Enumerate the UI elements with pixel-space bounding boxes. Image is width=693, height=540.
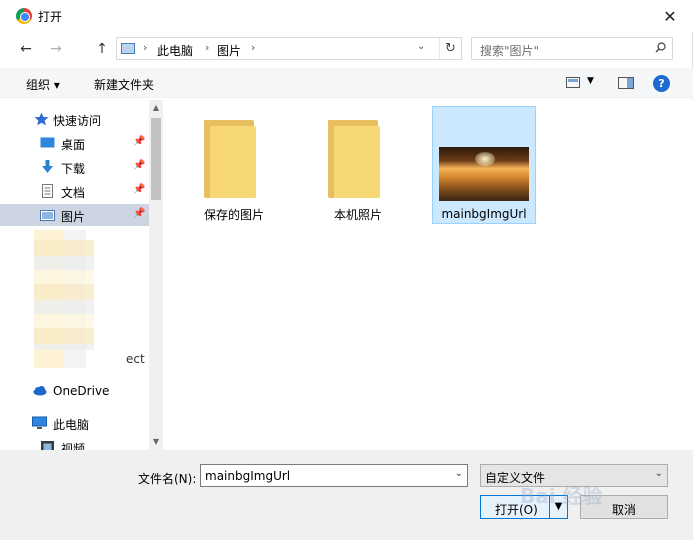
chrome-icon [16, 8, 32, 24]
blurred-region [34, 230, 149, 368]
breadcrumb-separator: › [251, 41, 256, 54]
cloud-icon [33, 386, 47, 396]
file-dialog-footer: 文件名(N): mainbgImgUrl ⌄ 自定义文件 ⌄ 打开(O) ▼ 取… [0, 450, 693, 540]
file-item-saved-pictures[interactable]: 保存的图片 [182, 106, 286, 224]
folder-icon [204, 120, 256, 198]
filename-label: 文件名(N): [138, 472, 197, 486]
organize-button[interactable]: 组织 ▾ [26, 76, 60, 93]
sidebar-item-this-pc[interactable]: 此电脑 [0, 412, 149, 434]
sidebar-item-label: 下载 [61, 162, 86, 176]
pictures-icon [40, 210, 55, 221]
breadcrumb-separator: › [143, 41, 148, 54]
scroll-down-icon[interactable]: ▼ [149, 434, 163, 450]
file-item-mainbgimgurl[interactable]: mainbgImgUrl [432, 106, 536, 224]
command-toolbar: 组织 ▾ 新建文件夹 ▼ ? [0, 68, 693, 98]
file-name: 保存的图片 [203, 208, 264, 222]
search-input[interactable]: 搜索"图片" [471, 37, 673, 60]
watermark: Bai 经验 [520, 484, 603, 508]
pin-icon[interactable]: 📌 [133, 160, 145, 171]
sidebar-item-desktop[interactable]: 桌面 📌 [0, 132, 149, 154]
file-list: 保存的图片 本机照片 mainbgImgUrl [164, 100, 693, 450]
search-placeholder: 搜索"图片" [480, 44, 540, 58]
sidebar-item-downloads[interactable]: 下载 📌 [0, 156, 149, 178]
pin-icon[interactable]: 📌 [133, 136, 145, 147]
scroll-thumb[interactable] [151, 118, 161, 200]
file-open-dialog: 打开 ✕ ← → ↑ › 此电脑 › 图片 › ⌄ ↻ 搜索"图片" 组织 ▾ … [0, 0, 693, 540]
computer-icon [121, 43, 135, 54]
star-icon [34, 112, 49, 126]
sidebar-item-label: 图片 [61, 210, 86, 224]
image-thumbnail [439, 147, 529, 201]
sidebar-item-quick-access[interactable]: 快速访问 [0, 108, 149, 130]
sidebar-item-label: 桌面 [61, 138, 86, 152]
sidebar-item-label: 此电脑 [53, 418, 90, 432]
help-icon[interactable]: ? [653, 75, 670, 92]
sidebar-item-pictures[interactable]: 图片 📌 [0, 204, 149, 226]
pin-icon[interactable]: 📌 [133, 208, 145, 219]
search-icon [655, 42, 666, 53]
forward-button[interactable]: → [44, 38, 68, 60]
download-icon [42, 160, 53, 173]
view-dropdown-icon[interactable]: ▼ [587, 76, 594, 86]
truncated-item-label: ect [126, 352, 145, 366]
sidebar-item-label: 快速访问 [53, 114, 102, 128]
sidebar-item-label: OneDrive [53, 384, 110, 398]
pin-icon[interactable]: 📌 [133, 184, 145, 195]
view-mode-icon[interactable] [566, 77, 580, 88]
sidebar-item-onedrive[interactable]: OneDrive [0, 380, 149, 402]
computer-icon [32, 416, 47, 429]
address-row: ← → ↑ › 此电脑 › 图片 › ⌄ ↻ 搜索"图片" [0, 32, 693, 64]
sidebar-item-documents[interactable]: 文档 📌 [0, 180, 149, 202]
title-bar: 打开 ✕ [0, 0, 693, 32]
breadcrumb-this-pc[interactable]: 此电脑 [157, 42, 193, 59]
new-folder-button[interactable]: 新建文件夹 [94, 76, 154, 93]
breadcrumb-pictures[interactable]: 图片 [217, 42, 241, 59]
chevron-down-icon[interactable]: ⌄ [455, 468, 463, 479]
preview-pane-icon[interactable] [618, 77, 634, 89]
breadcrumb-separator: › [205, 41, 210, 54]
up-button[interactable]: ↑ [90, 38, 114, 60]
navigation-scrollbar[interactable]: ▲ ▼ [149, 100, 163, 450]
file-name: 本机照片 [333, 208, 382, 222]
desktop-icon [40, 137, 55, 148]
refresh-button[interactable]: ↻ [439, 38, 461, 59]
address-dropdown-icon[interactable]: ⌄ [417, 41, 425, 52]
scroll-up-icon[interactable]: ▲ [149, 100, 163, 116]
sidebar-item-label: 文档 [61, 186, 86, 200]
folder-icon [328, 120, 380, 198]
close-button[interactable]: ✕ [647, 0, 693, 32]
window-title: 打开 [38, 10, 63, 24]
filename-value: mainbgImgUrl [205, 469, 291, 483]
document-icon [42, 184, 53, 198]
file-name: mainbgImgUrl [441, 207, 527, 221]
address-bar[interactable]: › 此电脑 › 图片 › ⌄ ↻ [116, 37, 462, 60]
filename-input[interactable]: mainbgImgUrl ⌄ [200, 464, 468, 487]
navigation-pane: 快速访问 桌面 📌 下载 📌 文档 📌 图片 📌 ect OneDrive 此电… [0, 100, 163, 456]
file-item-camera-roll[interactable]: 本机照片 [306, 106, 410, 224]
back-button[interactable]: ← [14, 38, 38, 60]
chevron-down-icon: ⌄ [654, 468, 663, 479]
